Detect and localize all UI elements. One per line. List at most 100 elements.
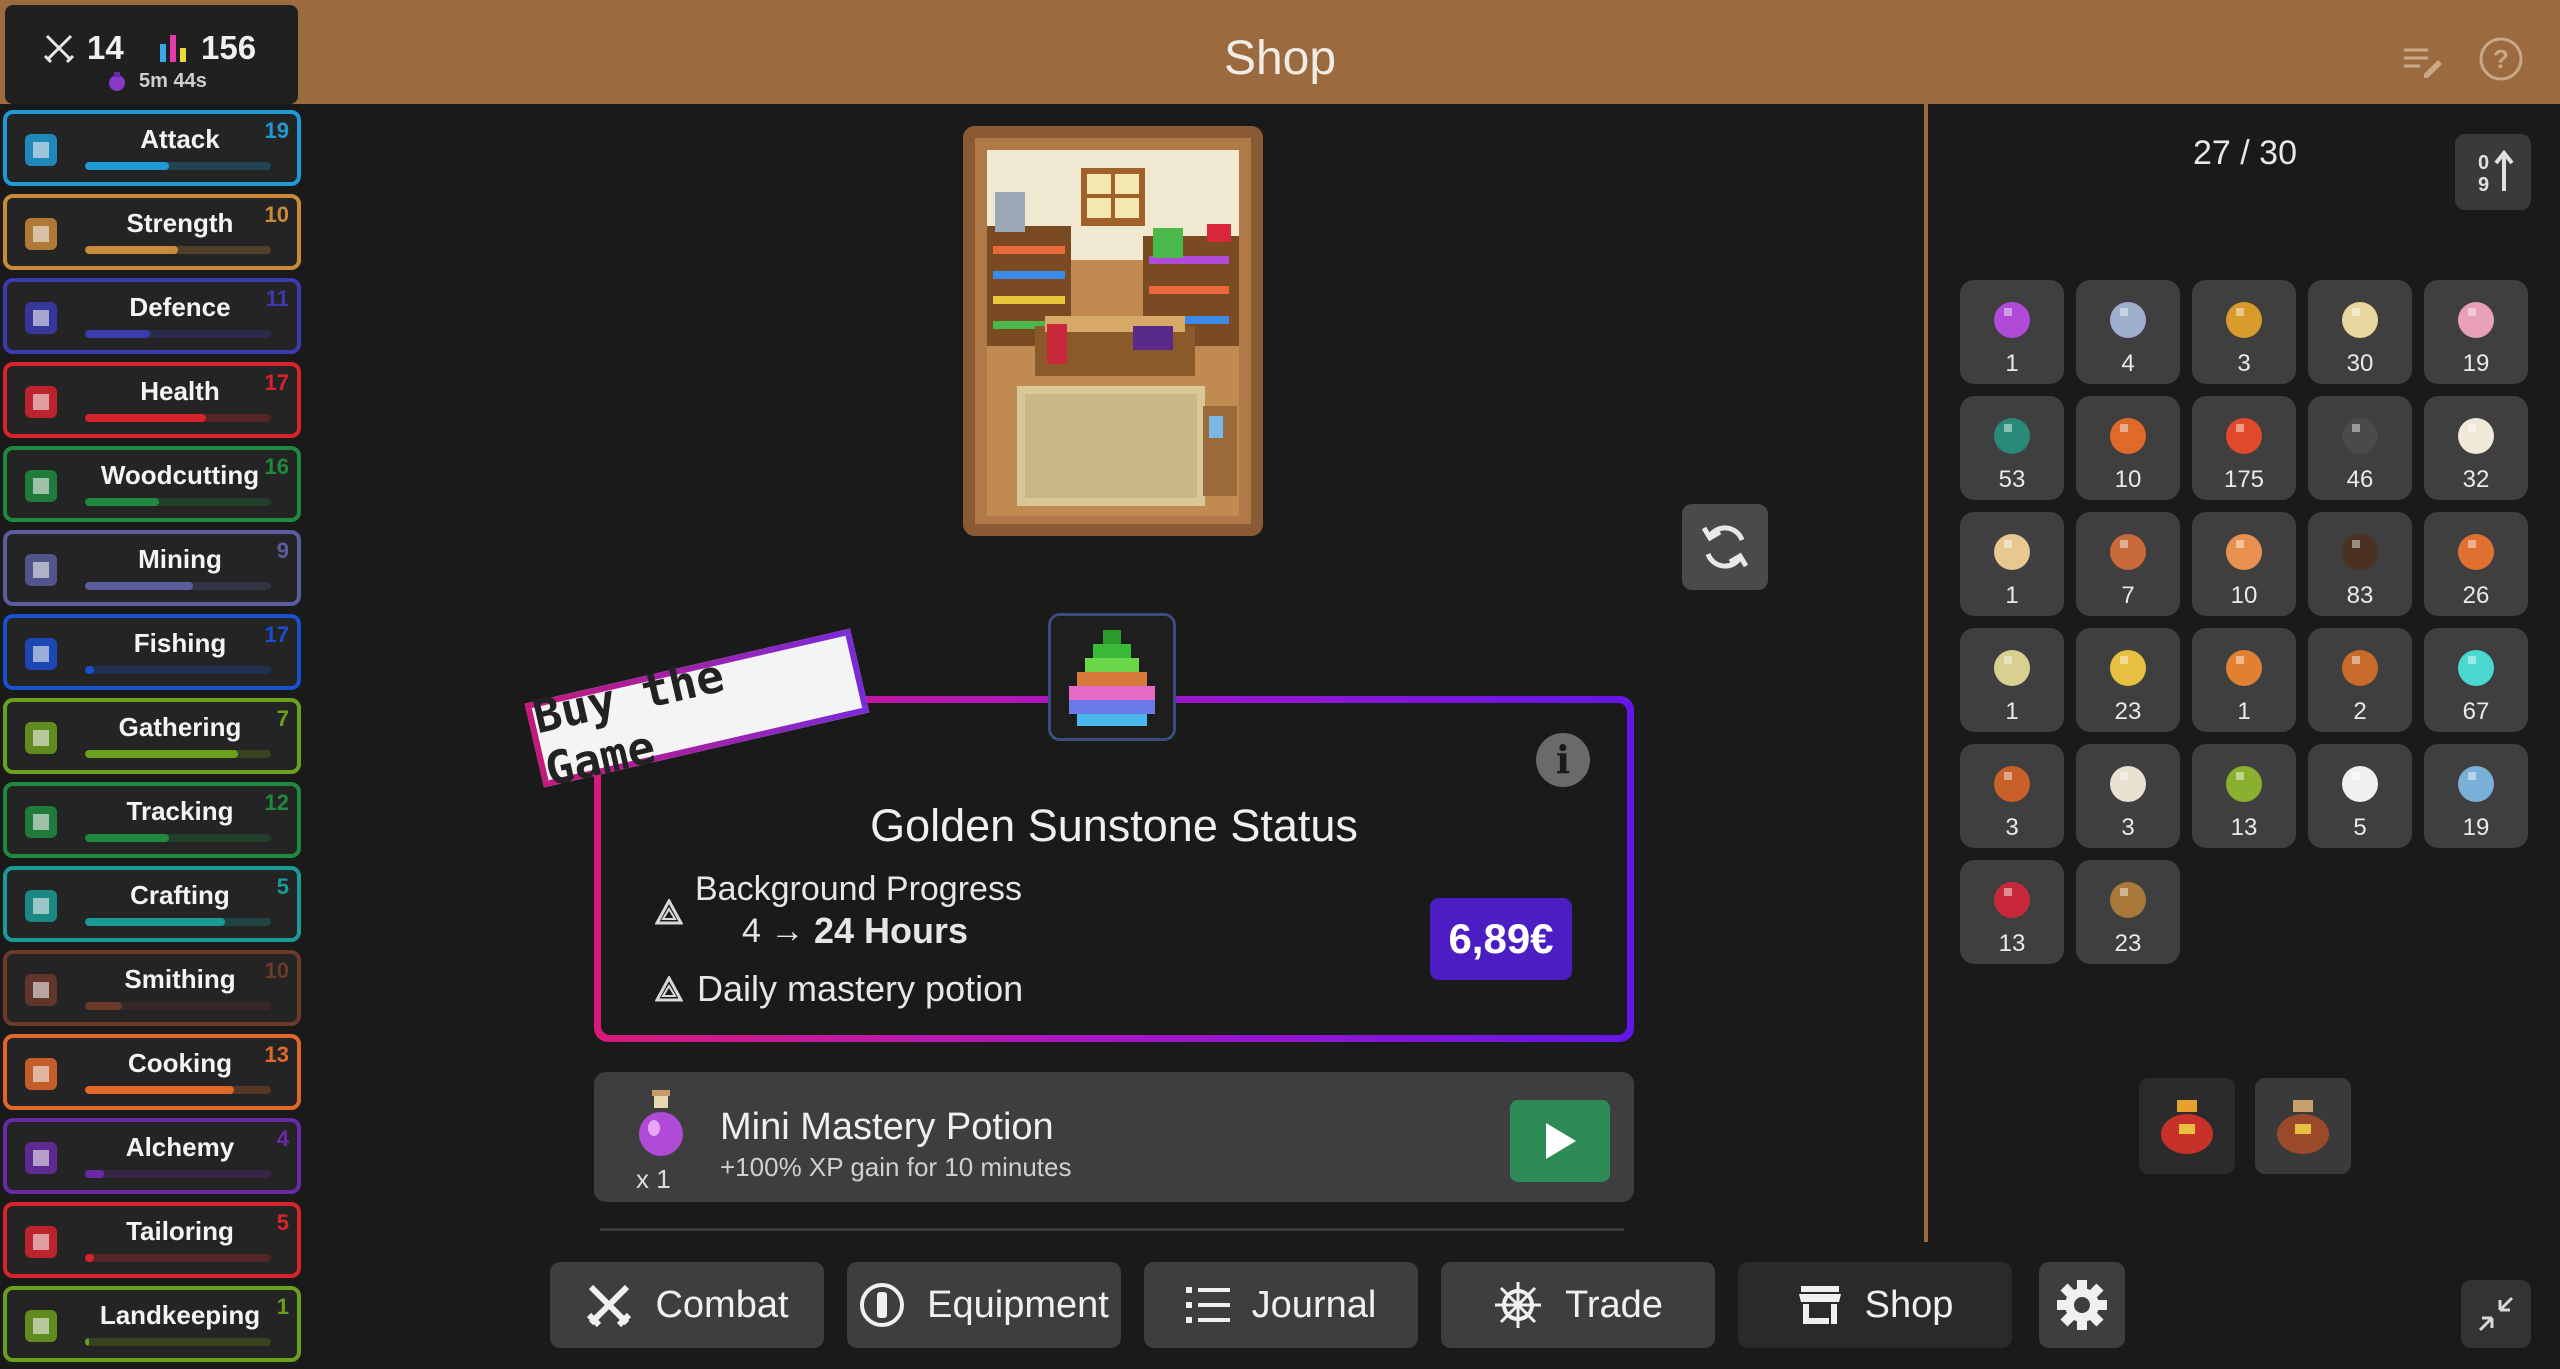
skill-progress-fill bbox=[85, 834, 169, 842]
skill-progress-fill bbox=[85, 918, 225, 926]
skill-attack-icon bbox=[25, 134, 57, 166]
item-quantity: 23 bbox=[2114, 698, 2142, 725]
inventory-slot[interactable]: 32 bbox=[2424, 396, 2528, 500]
help-icon[interactable]: ? bbox=[2478, 36, 2524, 82]
skill-level: 5 bbox=[276, 874, 289, 899]
nav-journal-button[interactable]: Journal bbox=[1144, 1262, 1418, 1348]
skill-crafting[interactable]: Crafting 5 bbox=[3, 866, 301, 942]
inventory-slot[interactable]: 19 bbox=[2424, 744, 2528, 848]
inventory-slot[interactable]: 3 bbox=[2076, 744, 2180, 848]
equipment-icon bbox=[860, 1283, 905, 1327]
inventory-slot[interactable]: 1 bbox=[1960, 280, 2064, 384]
inventory-slot[interactable]: 10 bbox=[2192, 512, 2296, 616]
inventory-slot[interactable]: 67 bbox=[2424, 628, 2528, 732]
skill-strength[interactable]: Strength 10 bbox=[3, 194, 301, 270]
inventory-slot[interactable]: 3 bbox=[2192, 280, 2296, 384]
skill-fishing[interactable]: Fishing 17 bbox=[3, 614, 301, 690]
inventory-slot[interactable]: 5 bbox=[2308, 744, 2412, 848]
skill-attack[interactable]: Attack 19 bbox=[3, 110, 301, 186]
skill-progress-bar bbox=[85, 834, 271, 842]
skill-level: 5 bbox=[276, 1210, 289, 1235]
helm-icon bbox=[1495, 1282, 1542, 1328]
inventory-slot[interactable]: 175 bbox=[2192, 396, 2296, 500]
nav-shop-button[interactable]: Shop bbox=[1738, 1262, 2012, 1348]
inventory-slot[interactable]: 13 bbox=[1960, 860, 2064, 964]
inventory-slot[interactable]: 1 bbox=[1960, 628, 2064, 732]
red-bag-slot[interactable] bbox=[2139, 1078, 2235, 1174]
use-potion-button[interactable] bbox=[1510, 1100, 1610, 1182]
item-quantity: 1 bbox=[2237, 698, 2251, 725]
inventory-slot[interactable]: 1 bbox=[1960, 512, 2064, 616]
skill-name: Alchemy bbox=[125, 1132, 235, 1162]
buy-price-button[interactable]: 6,89€ bbox=[1430, 898, 1572, 980]
panel-divider bbox=[1924, 104, 1928, 1242]
inventory-slot[interactable]: 1 bbox=[2192, 628, 2296, 732]
skill-health[interactable]: Health 17 bbox=[3, 362, 301, 438]
inventory-slot[interactable]: 30 bbox=[2308, 280, 2412, 384]
skill-landkeeping[interactable]: Landkeeping 1 bbox=[3, 1286, 301, 1362]
skill-progress-bar bbox=[85, 1338, 271, 1346]
skill-landkeeping-icon bbox=[25, 1310, 57, 1342]
inventory-slot[interactable]: 26 bbox=[2424, 512, 2528, 616]
skill-tracking[interactable]: Tracking 12 bbox=[3, 782, 301, 858]
skill-woodcutting[interactable]: Woodcutting 16 bbox=[3, 446, 301, 522]
skill-progress-bar bbox=[85, 582, 271, 590]
skill-alchemy[interactable]: Alchemy 4 bbox=[3, 1118, 301, 1194]
skill-level: 11 bbox=[265, 286, 289, 311]
player-stats[interactable]: 14 156 5m 44s bbox=[5, 5, 298, 104]
inventory-slot[interactable]: 46 bbox=[2308, 396, 2412, 500]
inventory-slot[interactable]: 23 bbox=[2076, 628, 2180, 732]
inventory-slot[interactable]: 10 bbox=[2076, 396, 2180, 500]
inventory-slot[interactable]: 23 bbox=[2076, 860, 2180, 964]
nav-combat-button[interactable]: Combat bbox=[550, 1262, 824, 1348]
skill-name: Health bbox=[140, 376, 220, 406]
nav-trade-button[interactable]: Trade bbox=[1441, 1262, 1715, 1348]
skill-level: 12 bbox=[264, 790, 289, 815]
skill-name: Woodcutting bbox=[100, 460, 260, 490]
shop-interior-image bbox=[963, 126, 1263, 536]
item-quantity: 30 bbox=[2346, 350, 2374, 377]
item-quantity: 26 bbox=[2462, 582, 2490, 609]
brown-bag-slot[interactable] bbox=[2255, 1078, 2351, 1174]
item-quantity: 13 bbox=[2230, 814, 2258, 841]
skill-progress-bar bbox=[85, 1170, 271, 1178]
skill-tailoring[interactable]: Tailoring 5 bbox=[3, 1202, 301, 1278]
bandage-icon bbox=[2226, 534, 2262, 570]
skill-level: 13 bbox=[264, 1042, 289, 1067]
page-title: Shop bbox=[1223, 32, 1337, 85]
skill-smithing[interactable]: Smithing 10 bbox=[3, 950, 301, 1026]
skill-name: Smithing bbox=[124, 964, 236, 994]
axe-icon bbox=[2458, 534, 2494, 570]
bone-icon bbox=[1994, 650, 2030, 686]
inventory-slot[interactable]: 19 bbox=[2424, 280, 2528, 384]
inventory-slot[interactable]: 3 bbox=[1960, 744, 2064, 848]
item-quantity: 23 bbox=[2114, 930, 2142, 957]
inventory-slot[interactable]: 13 bbox=[2192, 744, 2296, 848]
nav-equipment-button[interactable]: Equipment bbox=[847, 1262, 1121, 1348]
skill-mining[interactable]: Mining 9 bbox=[3, 530, 301, 606]
perk-daily-potion: Daily mastery potion bbox=[697, 968, 1024, 1009]
sunstone-gem-icon bbox=[1048, 613, 1176, 741]
edit-list-icon[interactable] bbox=[2398, 36, 2444, 82]
info-button[interactable]: i bbox=[1536, 733, 1590, 787]
inventory-slot[interactable]: 83 bbox=[2308, 512, 2412, 616]
gear-icon bbox=[2057, 1280, 2107, 1330]
skill-level: 7 bbox=[276, 706, 289, 731]
skill-gathering[interactable]: Gathering 7 bbox=[3, 698, 301, 774]
inventory-slot[interactable]: 53 bbox=[1960, 396, 2064, 500]
chest-armor-icon bbox=[1994, 766, 2030, 802]
skill-gathering-icon bbox=[25, 722, 57, 754]
inventory-slot[interactable]: 7 bbox=[2076, 512, 2180, 616]
skill-level: 16 bbox=[264, 454, 289, 479]
sort-inventory-button[interactable]: 09 bbox=[2455, 134, 2531, 210]
skill-defence[interactable]: Defence 11 bbox=[3, 278, 301, 354]
collapse-button[interactable] bbox=[2461, 1280, 2531, 1348]
inventory-slot[interactable]: 2 bbox=[2308, 628, 2412, 732]
refresh-shop-button[interactable] bbox=[1682, 504, 1768, 590]
skill-cooking[interactable]: Cooking 13 bbox=[3, 1034, 301, 1110]
settings-button[interactable] bbox=[2039, 1262, 2125, 1348]
inventory-slot[interactable]: 4 bbox=[2076, 280, 2180, 384]
item-quantity: 32 bbox=[2462, 466, 2490, 493]
skill-defence-icon bbox=[25, 302, 57, 334]
skill-level: 19 bbox=[264, 118, 289, 143]
